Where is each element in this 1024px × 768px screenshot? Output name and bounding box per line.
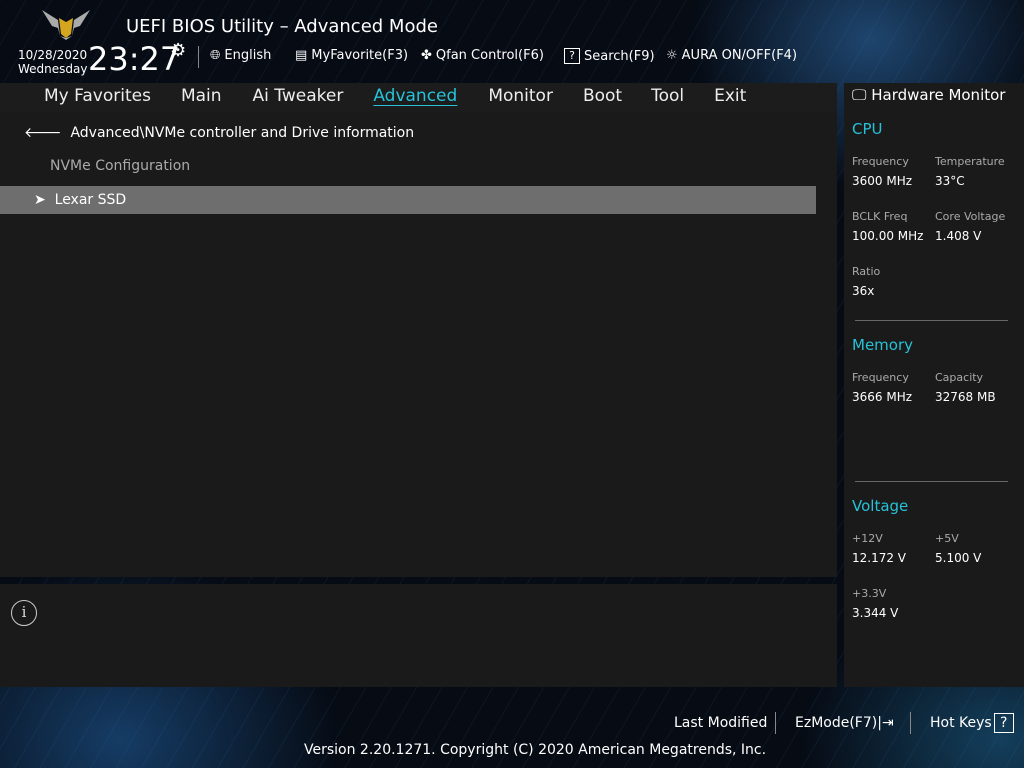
globe-icon: 🌐︎ — [210, 48, 221, 63]
section-title: NVMe Configuration — [50, 158, 191, 174]
qfan-label: Qfan Control(F6) — [435, 48, 544, 63]
date: 10/28/2020 — [18, 48, 88, 62]
bclk-label: BCLK Freq — [852, 210, 908, 223]
language-button[interactable]: 🌐︎ English — [210, 48, 271, 63]
voltage-heading: Voltage — [852, 497, 909, 515]
hardware-monitor-title: 🖵︎ Hardware Monitor — [852, 86, 1005, 104]
divider — [910, 712, 911, 734]
breadcrumb: 🡐︎ Advanced\NVMe controller and Drive in… — [24, 124, 414, 141]
gear-icon[interactable]: ⚙ — [170, 40, 186, 61]
tab-advanced[interactable]: Advanced — [373, 83, 457, 112]
last-modified-button[interactable]: Last Modified — [674, 715, 767, 731]
tab-tool[interactable]: Tool — [651, 83, 684, 112]
tab-my-favorites[interactable]: My Favorites — [44, 83, 151, 112]
search-label: Search(F9) — [584, 48, 655, 64]
ezmode-label: EzMode(F7) — [795, 715, 878, 731]
v12-label: +12V — [852, 532, 883, 545]
back-arrow-icon[interactable]: 🡐︎ — [24, 125, 62, 141]
aura-light-icon: ☼ — [666, 48, 678, 63]
ratio-label: Ratio — [852, 265, 881, 278]
bclk-value: 100.00 MHz — [852, 229, 924, 243]
search-button[interactable]: ? Search(F9) — [562, 48, 655, 64]
qfan-button[interactable]: ✤ Qfan Control(F6) — [421, 48, 544, 63]
main-tabs: My Favorites Main Ai Tweaker Advanced Mo… — [0, 83, 837, 112]
monitor-icon: 🖵︎ — [852, 86, 867, 104]
tab-monitor[interactable]: Monitor — [488, 83, 553, 112]
language-label: English — [224, 48, 272, 63]
copyright: Version 2.20.1271. Copyright (C) 2020 Am… — [304, 742, 767, 758]
submenu-arrow-icon: ➤ — [34, 192, 46, 208]
breadcrumb-text: Advanced\NVMe controller and Drive infor… — [70, 125, 415, 141]
info-icon: i — [11, 600, 37, 626]
list-item-lexar-ssd[interactable]: ➤ Lexar SSD — [0, 186, 816, 214]
v5-label: +5V — [935, 532, 959, 545]
cpu-temperature-value: 33°C — [935, 174, 965, 188]
cpu-frequency-value: 3600 MHz — [852, 174, 913, 188]
tab-boot[interactable]: Boot — [583, 83, 622, 112]
search-help-icon: ? — [564, 48, 580, 64]
myfavorite-label: MyFavorite(F3) — [311, 48, 409, 63]
core-voltage-value: 1.408 V — [935, 229, 982, 243]
app-title: UEFI BIOS Utility – Advanced Mode — [126, 16, 438, 37]
help-panel: i — [0, 584, 837, 687]
memory-heading: Memory — [852, 336, 914, 354]
hot-keys-button[interactable]: Hot Keys? — [930, 713, 1014, 733]
memory-frequency-label: Frequency — [852, 371, 909, 384]
v33-value: 3.344 V — [852, 606, 899, 620]
tab-ai-tweaker[interactable]: Ai Tweaker — [253, 83, 344, 112]
tab-exit[interactable]: Exit — [714, 83, 746, 112]
divider — [198, 46, 199, 68]
ratio-value: 36x — [852, 284, 875, 298]
divider — [855, 320, 1008, 321]
tuf-logo-icon — [42, 10, 90, 40]
exit-to-ezmode-icon: |⇥ — [877, 715, 894, 731]
hot-keys-label: Hot Keys — [930, 715, 992, 731]
divider — [855, 481, 1008, 482]
weekday: Wednesday — [18, 62, 88, 76]
core-voltage-label: Core Voltage — [935, 210, 1006, 223]
v12-value: 12.172 V — [852, 551, 907, 565]
myfavorite-button[interactable]: ▤ MyFavorite(F3) — [295, 48, 408, 63]
header: UEFI BIOS Utility – Advanced Mode 10/28/… — [0, 0, 1024, 82]
tab-main[interactable]: Main — [181, 83, 222, 112]
hw-title-text: Hardware Monitor — [871, 86, 1006, 104]
cpu-frequency-label: Frequency — [852, 155, 909, 168]
memory-frequency-value: 3666 MHz — [852, 390, 913, 404]
hardware-monitor: 🖵︎ Hardware Monitor CPU Frequency Temper… — [844, 83, 1024, 687]
ezmode-button[interactable]: EzMode(F7)|⇥ — [795, 715, 894, 731]
memory-capacity-value: 32768 MB — [935, 390, 996, 404]
memory-capacity-label: Capacity — [935, 371, 984, 384]
v33-label: +3.3V — [852, 587, 887, 600]
favorite-list-icon: ▤ — [295, 48, 308, 63]
item-label: Lexar SSD — [54, 192, 127, 208]
v5-value: 5.100 V — [935, 551, 982, 565]
cpu-temperature-label: Temperature — [935, 155, 1005, 168]
divider — [775, 712, 776, 734]
fan-icon: ✤ — [421, 48, 432, 63]
date-display: 10/28/2020 Wednesday — [18, 48, 87, 76]
aura-button[interactable]: ☼ AURA ON/OFF(F4) — [666, 48, 797, 63]
help-icon: ? — [993, 713, 1014, 733]
aura-label: AURA ON/OFF(F4) — [681, 48, 798, 63]
clock: 23:27 — [88, 40, 181, 78]
cpu-heading: CPU — [852, 120, 883, 138]
main-panel: 🡐︎ Advanced\NVMe controller and Drive in… — [0, 112, 837, 577]
